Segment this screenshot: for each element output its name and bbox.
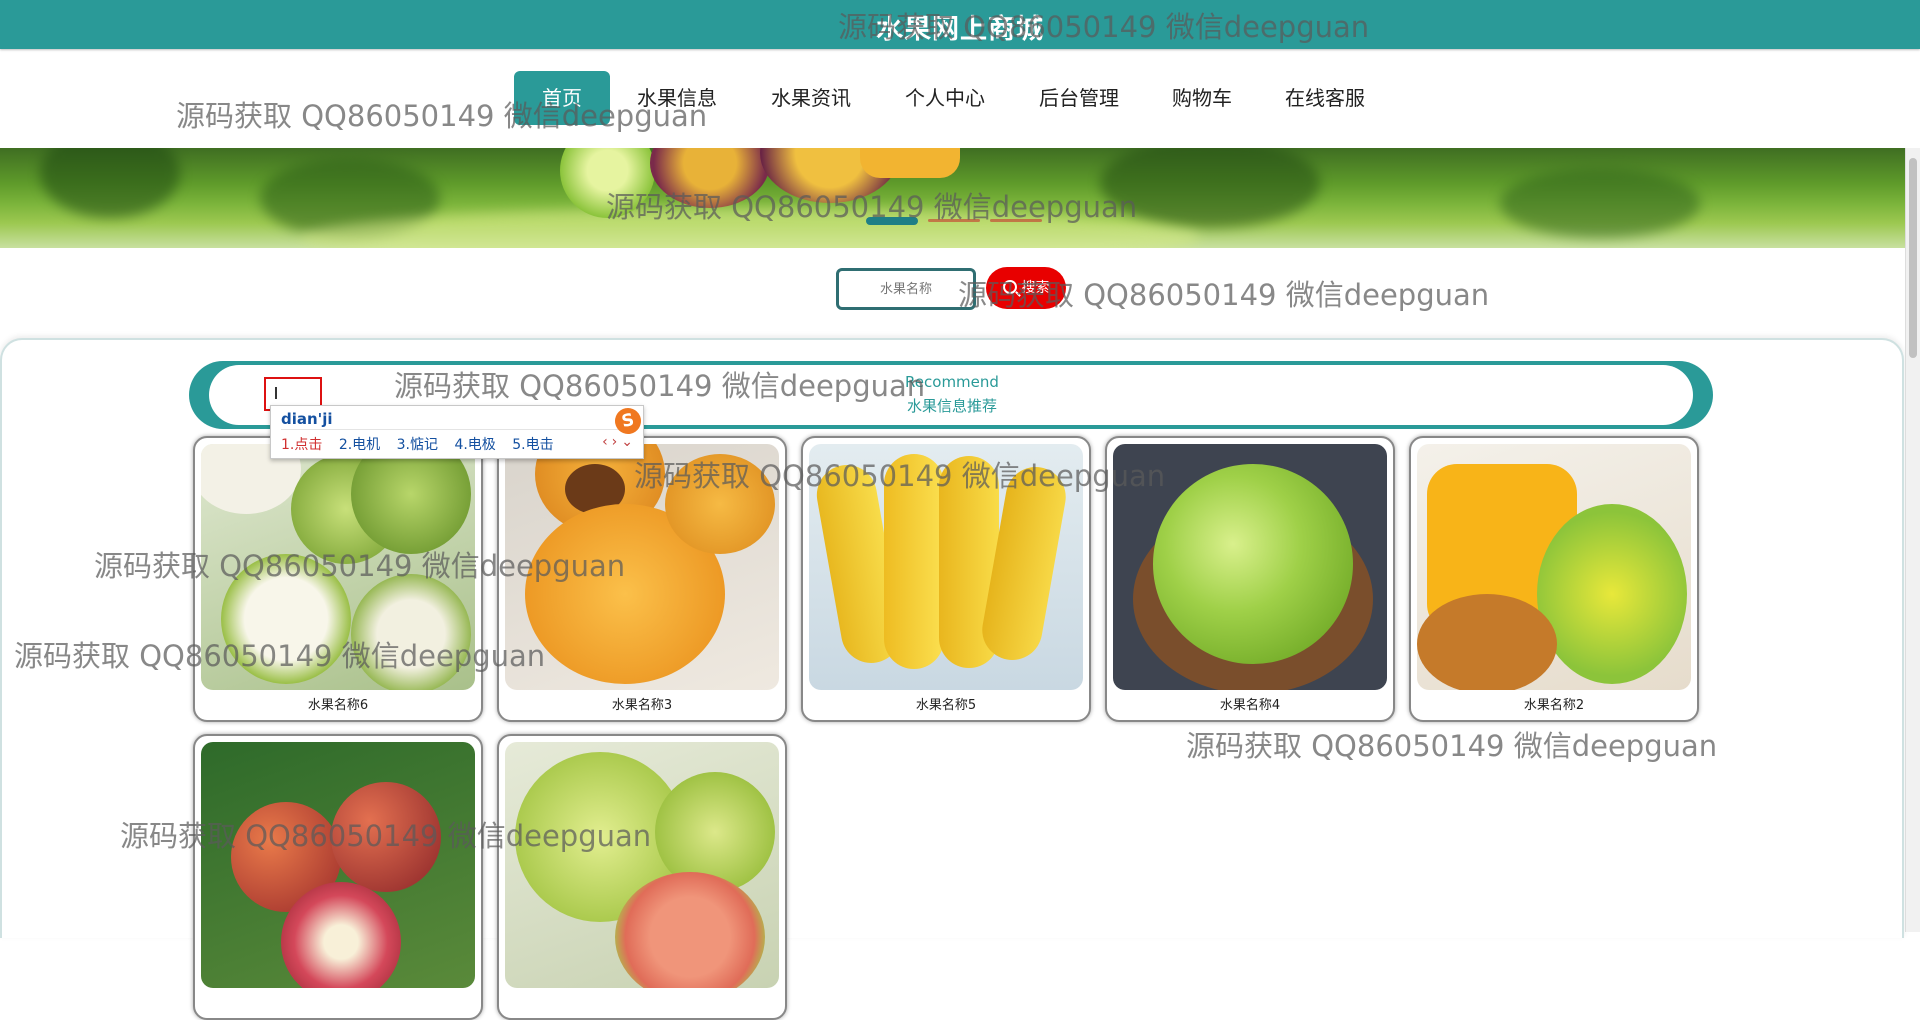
product-card[interactable]: [193, 734, 483, 1020]
product-card[interactable]: 水果名称6: [193, 436, 483, 722]
nav-fruit-news[interactable]: 水果资讯: [760, 71, 862, 125]
product-name: 水果名称5: [915, 698, 977, 713]
nav-fruit-info[interactable]: 水果信息: [626, 71, 728, 125]
scrollbar-thumb[interactable]: [1909, 158, 1917, 358]
ime-candidate[interactable]: 4.电极: [454, 437, 495, 453]
carousel-dot-active[interactable]: [866, 217, 918, 225]
product-card[interactable]: 水果名称5: [801, 436, 1091, 722]
lime-image: [560, 148, 655, 218]
search-button[interactable]: 搜索: [986, 267, 1066, 309]
product-image-guava: [505, 742, 779, 988]
nav-online-service[interactable]: 在线客服: [1274, 71, 1376, 125]
product-image-loquat: [505, 444, 779, 690]
mango-slice-image: [860, 148, 960, 178]
ime-candidate-window[interactable]: dian'ji 1.点击 2.电机 3.惦记 4.电极 5.电击 ‹›⌄ S: [270, 405, 644, 459]
ime-page-arrows-icon[interactable]: ‹›⌄: [602, 434, 637, 450]
nav-personal-center[interactable]: 个人中心: [894, 71, 996, 125]
product-image-plum: [201, 742, 475, 988]
product-name: 水果名称2: [1523, 698, 1585, 713]
ime-candidate[interactable]: 3.惦记: [397, 437, 438, 453]
ime-candidate-list: 1.点击 2.电机 3.惦记 4.电极 5.电击: [281, 434, 566, 454]
page-scrollbar[interactable]: [1905, 148, 1920, 932]
banner-carousel[interactable]: [0, 148, 1905, 248]
product-name: 水果名称4: [1219, 698, 1281, 713]
product-name: 水果名称3: [611, 698, 673, 713]
search-button-label: 搜索: [1021, 280, 1050, 296]
product-image-banana: [809, 444, 1083, 690]
product-card[interactable]: 水果名称4: [1105, 436, 1395, 722]
search-input[interactable]: [836, 268, 976, 310]
search-icon: [1002, 279, 1017, 294]
ime-candidate[interactable]: 5.电击: [512, 437, 553, 453]
passion-fruit-image: [650, 148, 770, 208]
carousel-dot[interactable]: [990, 219, 1042, 222]
product-card[interactable]: 水果名称3: [497, 436, 787, 722]
ime-divider: [281, 429, 633, 430]
nav-home[interactable]: 首页: [514, 71, 610, 125]
ime-candidate[interactable]: 2.电机: [339, 437, 380, 453]
ibeam-cursor-icon: [275, 387, 277, 399]
product-image-jujube: [201, 444, 475, 690]
product-image-mango: [1417, 444, 1691, 690]
top-header-bar: 水果网上商城: [0, 0, 1920, 49]
nav-admin[interactable]: 后台管理: [1028, 71, 1130, 125]
ime-logo-icon: S: [612, 405, 644, 437]
product-image-grapes: [1113, 444, 1387, 690]
product-card[interactable]: 水果名称2: [1409, 436, 1699, 722]
product-card[interactable]: [497, 734, 787, 1020]
ime-pinyin-input: dian'ji: [281, 410, 333, 428]
carousel-dot[interactable]: [928, 219, 980, 222]
nav-cart[interactable]: 购物车: [1162, 71, 1242, 125]
site-title: 水果网上商城: [876, 14, 1044, 45]
product-name: 水果名称6: [307, 698, 369, 713]
ime-candidate[interactable]: 1.点击: [281, 437, 322, 453]
